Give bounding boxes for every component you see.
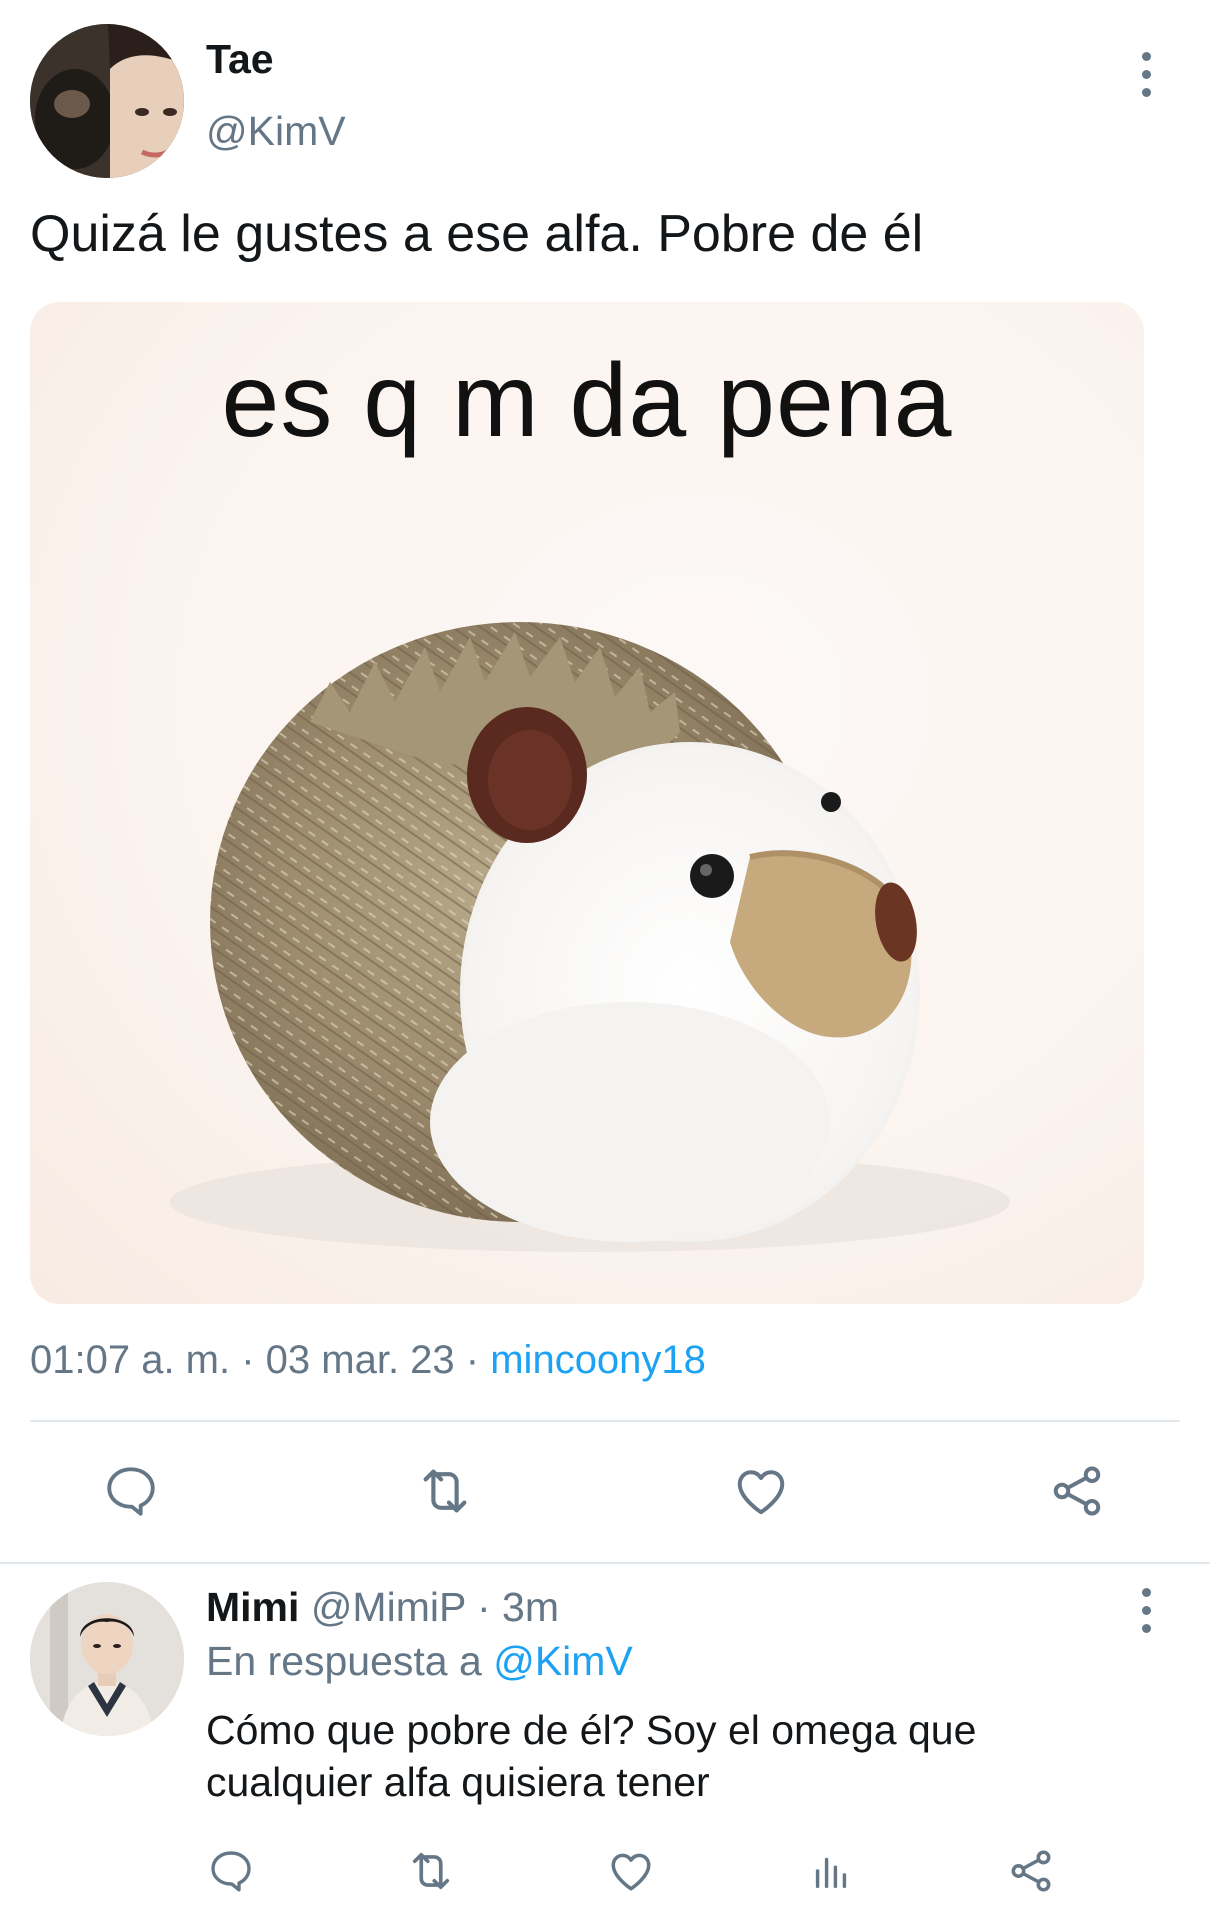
like-button[interactable] [726,1456,796,1526]
analytics-icon [815,1857,847,1889]
heart-icon [737,1470,785,1515]
reply-button[interactable] [196,1836,266,1906]
divider [0,1562,1210,1564]
tweet-media[interactable]: es q m da pena [30,302,1144,1304]
author-name[interactable]: Tae [206,36,274,83]
share-icon [1011,1850,1051,1892]
reply-text: Cómo que pobre de él? Soy el omega que c… [206,1704,1106,1808]
heart-icon [611,1853,651,1891]
reply-header: Mimi @MimiP · 3m [206,1584,559,1631]
analytics-button[interactable] [796,1836,866,1906]
author-handle[interactable]: @KimV [206,108,346,155]
reply-text-line: Cómo que pobre de él? Soy el omega que [206,1707,977,1753]
retweet-icon [412,1852,450,1890]
meme-caption: es q m da pena [221,343,953,459]
share-button[interactable] [996,1836,1066,1906]
reply-button[interactable] [96,1456,166,1526]
divider [30,1420,1180,1422]
reply-author-name[interactable]: Mimi [206,1584,299,1630]
reply-icon [107,1467,155,1516]
more-options-icon[interactable] [1130,52,1162,112]
share-button[interactable] [1042,1456,1112,1526]
reply-age: 3m [502,1584,559,1630]
avatar-image [30,1582,184,1736]
avatar-image [30,24,184,178]
reply-icon [211,1851,251,1892]
retweet-button[interactable] [396,1836,466,1906]
retweet-button[interactable] [410,1456,480,1526]
tweet-meta: 01:07 a. m. · 03 mar. 23 · mincoony18 [30,1338,706,1383]
tweet-source-link[interactable]: mincoony18 [490,1338,706,1382]
reply-author-handle[interactable]: @MimiP [311,1584,466,1630]
tweet-text: Quizá le gustes a ese alfa. Pobre de él [30,205,924,263]
like-button[interactable] [596,1836,666,1906]
meta-separator: · [454,1338,491,1382]
tweet-date: 03 mar. 23 [265,1338,455,1382]
share-icon [1053,1466,1101,1516]
reply-author-avatar[interactable] [30,1582,184,1736]
meta-separator: · [230,1338,266,1382]
reply-context: En respuesta a @KimV [206,1638,633,1685]
more-options-icon[interactable] [1130,1588,1162,1648]
meta-separator: · [465,1584,503,1630]
retweet-icon [423,1469,467,1513]
tweet-time: 01:07 a. m. [30,1338,231,1382]
in-reply-handle-link[interactable]: @KimV [493,1638,633,1684]
in-reply-label: En respuesta a [206,1638,482,1684]
author-avatar[interactable] [30,24,184,178]
reply-text-line: cualquier alfa quisiera tener [206,1759,710,1805]
